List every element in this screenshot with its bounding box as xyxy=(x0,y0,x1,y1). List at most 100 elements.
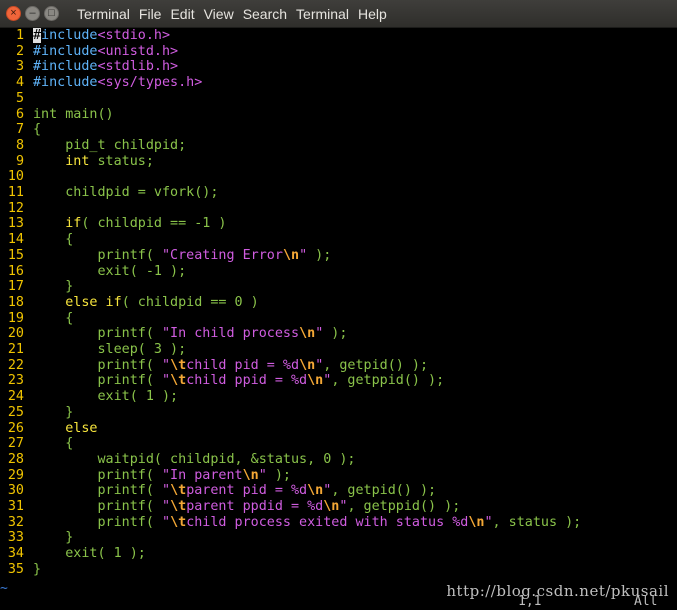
code-token: printf( xyxy=(33,326,162,342)
code-token: \n xyxy=(242,467,259,483)
line-number: 30 xyxy=(7,483,24,499)
line-number: 16 xyxy=(7,263,24,279)
cursor-position: 1,1 xyxy=(518,594,542,609)
menu-file[interactable]: File xyxy=(139,6,162,22)
menu-edit[interactable]: Edit xyxy=(170,6,194,22)
code-token: printf( xyxy=(33,467,162,483)
line-number: 27 xyxy=(7,436,24,452)
code-line: 25 } xyxy=(0,405,73,421)
menu-terminal-app[interactable]: Terminal xyxy=(77,6,130,22)
code-token: \t xyxy=(170,373,187,389)
code-token: status; xyxy=(89,153,154,169)
menu-search[interactable]: Search xyxy=(243,6,287,22)
code-token: else xyxy=(65,420,98,436)
menu-view[interactable]: View xyxy=(204,6,234,22)
minimize-window-button[interactable]: – xyxy=(25,6,40,21)
code-token: printf( xyxy=(33,499,162,514)
code-token: int xyxy=(33,106,58,122)
code-token: { xyxy=(33,122,42,138)
code-line: 34 exit( 1 ); xyxy=(0,546,146,562)
line-number: 2 xyxy=(15,43,24,59)
line-number: 8 xyxy=(15,137,24,153)
line-number: 33 xyxy=(7,530,24,546)
code-text: waitpid( childpid, &status, 0 ); xyxy=(33,452,355,467)
line-number: 21 xyxy=(7,342,24,357)
code-token: \n xyxy=(307,483,324,499)
code-line: 13 if( childpid == -1 ) xyxy=(0,216,227,232)
code-text: printf( "In parent\n" ); xyxy=(33,468,291,483)
code-line: 33 } xyxy=(0,530,73,546)
code-token: , getppid() ); xyxy=(347,499,461,514)
line-number: 32 xyxy=(7,514,24,530)
code-text: sleep( 3 ); xyxy=(33,342,186,357)
code-line: 2 #include<unistd.h> xyxy=(0,44,178,60)
code-token: if xyxy=(65,216,82,232)
code-token: <sys/types.h> xyxy=(97,75,203,91)
code-text: #include<stdlib.h> xyxy=(33,59,178,74)
code-line: 27 { xyxy=(0,436,73,452)
code-token: "In child process xyxy=(162,326,300,342)
line-number: 25 xyxy=(7,404,24,420)
line-number: 4 xyxy=(15,75,24,91)
code-token: \t xyxy=(170,499,187,514)
code-token: \t xyxy=(170,514,187,530)
line-number: 35 xyxy=(7,561,24,577)
empty-line-tilde: ~ xyxy=(0,581,8,596)
code-text: if( childpid == -1 ) xyxy=(33,216,226,232)
code-token: " xyxy=(258,467,267,483)
code-token: " xyxy=(484,514,493,530)
line-number: 15 xyxy=(7,247,24,263)
code-token: \t xyxy=(170,483,187,499)
code-token: \n xyxy=(307,373,324,389)
code-token: \n xyxy=(468,514,485,530)
code-token: } xyxy=(33,561,42,577)
code-token: #include xyxy=(33,75,98,91)
code-line: 15 printf( "Creating Error\n" ); xyxy=(0,248,331,264)
line-number: 12 xyxy=(7,200,24,216)
line-number: 22 xyxy=(7,357,24,373)
code-token: { xyxy=(33,310,74,326)
code-token: child process exited with status %d xyxy=(186,514,469,530)
code-line: 14 { xyxy=(0,232,73,248)
code-token: \n xyxy=(282,247,300,263)
line-number: 18 xyxy=(7,294,24,310)
code-token: printf( xyxy=(33,514,162,530)
menu-bar: Terminal File Edit View Search Terminal … xyxy=(77,6,396,22)
line-number: 13 xyxy=(7,216,24,232)
line-number: 23 xyxy=(7,373,24,389)
scroll-position: All xyxy=(634,594,658,609)
terminal-editor-area[interactable]: 1 #include<stdio.h> 2 #include<unistd.h> 3 #i… xyxy=(0,28,677,610)
code-text: childpid = vfork(); xyxy=(33,185,218,200)
code-line: 29 printf( "In parent\n" ); xyxy=(0,468,291,484)
menu-terminal[interactable]: Terminal xyxy=(296,6,349,22)
code-token: { xyxy=(33,436,74,452)
maximize-window-button[interactable]: □ xyxy=(44,6,59,21)
code-text: } xyxy=(33,405,73,420)
code-line: 23 printf( "\tchild ppid = %d\n", getppi… xyxy=(0,373,444,389)
code-token: printf( xyxy=(33,373,162,389)
code-line: 35} xyxy=(0,562,41,578)
code-line: 30 printf( "\tparent pid = %d\n", getpid… xyxy=(0,483,436,499)
code-token: " xyxy=(162,357,171,373)
code-line: 6 int main() xyxy=(0,107,114,123)
line-number: 29 xyxy=(7,467,24,483)
line-number: 17 xyxy=(7,279,24,295)
code-line: 16 exit( -1 ); xyxy=(0,264,186,280)
code-line: 19 { xyxy=(0,311,73,327)
code-line: 1 #include<stdio.h> xyxy=(0,28,170,44)
menu-help[interactable]: Help xyxy=(358,6,387,22)
code-text: { xyxy=(33,232,73,247)
code-line: 22 printf( "\tchild pid = %d\n", getpid(… xyxy=(0,358,428,374)
close-window-button[interactable]: × xyxy=(6,6,21,21)
code-token: \t xyxy=(170,357,187,373)
code-token: parent pid = %d xyxy=(186,483,308,499)
code-line: 10 xyxy=(0,169,33,185)
code-text: exit( -1 ); xyxy=(33,264,186,279)
code-token: , getpid() ); xyxy=(331,483,437,499)
line-number: 19 xyxy=(7,310,24,326)
code-token: " xyxy=(162,514,171,530)
code-text: { xyxy=(33,122,41,137)
code-text: exit( 1 ); xyxy=(33,546,146,561)
